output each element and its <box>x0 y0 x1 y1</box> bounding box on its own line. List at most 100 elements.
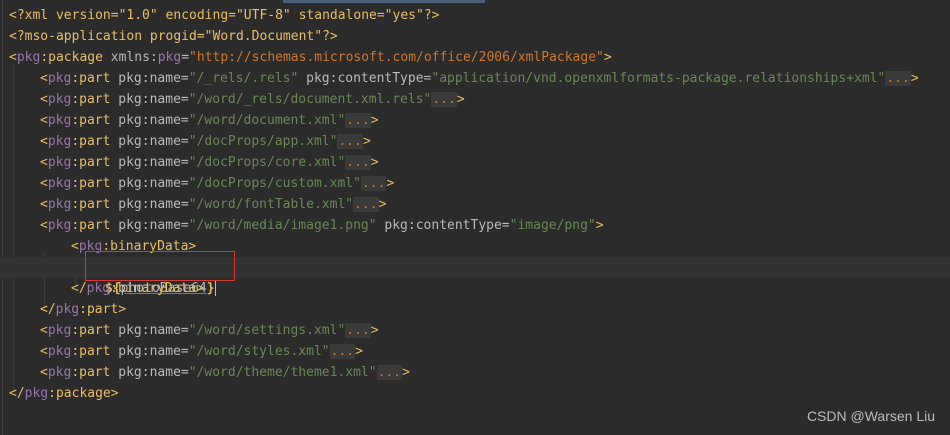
namespace-prefix: pkg <box>47 92 72 107</box>
folded-region[interactable]: ... <box>431 92 457 107</box>
attribute-value: "/word/media/image1.png" <box>188 218 377 233</box>
attribute-value-url: "http://schemas.microsoft.com/office/200… <box>189 50 604 65</box>
tag-name: :part <box>71 323 111 338</box>
tag-bracket: < <box>40 323 48 338</box>
code-line-part-close[interactable]: </pkg:part> <box>40 299 126 320</box>
attribute-value: "/word/theme/theme1.xml" <box>188 365 377 380</box>
attribute-name: pkg:name= <box>110 176 189 191</box>
code-line-part-core[interactable]: <pkg:part pkg:name="/docProps/core.xml".… <box>40 152 379 173</box>
attribute-value: "image/png" <box>509 218 596 233</box>
tag-name: :part <box>79 302 119 317</box>
code-line-part-settings[interactable]: <pkg:part pkg:name="/word/settings.xml".… <box>40 320 379 341</box>
code-line-part-theme[interactable]: <pkg:part pkg:name="/word/theme/theme1.x… <box>40 362 410 383</box>
tag-bracket: </ <box>40 302 56 317</box>
gutter-divider <box>2 0 3 435</box>
tag-bracket: > <box>355 344 363 359</box>
namespace-prefix: pkg <box>55 302 80 317</box>
attribute-name: pkg:name= <box>110 218 189 233</box>
text-caret <box>214 281 216 296</box>
attribute-value: "/docProps/core.xml" <box>188 155 346 170</box>
xml-declaration: <?xml version="1.0" encoding="UTF-8" sta… <box>9 8 440 23</box>
folded-region[interactable]: ... <box>345 155 371 170</box>
code-line-part-document[interactable]: <pkg:part pkg:name="/word/document.xml".… <box>40 110 379 131</box>
namespace-prefix: pkg <box>47 134 72 149</box>
attribute-name: pkg:name= <box>110 344 189 359</box>
namespace-prefix: pkg <box>47 218 72 233</box>
folded-region[interactable]: ... <box>885 71 911 86</box>
tag-bracket: > <box>378 197 387 212</box>
code-line-part-app[interactable]: <pkg:part pkg:name="/docProps/app.xml"..… <box>40 131 371 152</box>
folded-region[interactable]: ... <box>353 197 379 212</box>
tag-bracket: < <box>40 344 48 359</box>
code-editor[interactable]: <?xml version="1.0" encoding="UTF-8" sta… <box>0 0 950 435</box>
tag-bracket: > <box>910 71 919 86</box>
namespace-prefix: pkg <box>16 50 41 65</box>
tag-name: :part <box>71 113 111 128</box>
tag-bracket: > <box>595 218 604 233</box>
processing-instruction: <?mso-application progid="Word.Document"… <box>9 29 338 44</box>
tag-bracket: > <box>386 176 395 191</box>
tag-bracket: > <box>118 302 127 317</box>
attribute-value: "/_rels/.rels" <box>188 71 299 86</box>
attribute-value: "/word/fontTable.xml" <box>188 197 354 212</box>
tag-name: :part <box>71 155 111 170</box>
code-line-binarydata-close[interactable]: </pkg:binaryData> <box>71 278 204 299</box>
tag-bracket: < <box>9 50 17 65</box>
code-line-part-styles[interactable]: <pkg:part pkg:name="/word/styles.xml"...… <box>40 341 363 362</box>
code-line-package-open[interactable]: <pkg:package xmlns:pkg="http://schemas.m… <box>9 47 612 68</box>
namespace-prefix: pkg <box>47 113 72 128</box>
attribute-value: "/word/_rels/document.xml.rels" <box>188 92 432 107</box>
tag-name: :binaryData <box>110 281 197 296</box>
tag-bracket: < <box>40 218 48 233</box>
code-line-package-close[interactable]: </pkg:package> <box>9 383 119 404</box>
attribute-name: pkg:name= <box>110 92 189 107</box>
tag-name: package <box>48 50 103 65</box>
namespace-prefix: pkg <box>47 71 72 86</box>
folded-region[interactable]: ... <box>376 365 403 380</box>
attribute-value: "/docProps/app.xml" <box>188 134 338 149</box>
tag-bracket: < <box>40 365 48 380</box>
attribute-name: pkg:name= <box>110 323 189 338</box>
code-line-part-fonttable[interactable]: <pkg:part pkg:name="/word/fontTable.xml"… <box>40 194 386 215</box>
tag-bracket: > <box>362 134 371 149</box>
tag-separator: : <box>40 50 49 65</box>
folded-region[interactable]: ... <box>329 344 356 359</box>
tag-name: :part <box>71 218 111 233</box>
attribute-equals: = <box>181 50 190 65</box>
template-close: } <box>206 281 215 296</box>
scrollbar-thumb[interactable] <box>283 0 485 3</box>
code-line-mso-application[interactable]: <?mso-application progid="Word.Document"… <box>9 26 338 47</box>
attribute-name: pkg:name= <box>110 113 189 128</box>
code-line-part-rels[interactable]: <pkg:part pkg:name="/_rels/.rels" pkg:co… <box>40 68 919 89</box>
attribute-name: pkg:name= <box>110 365 189 380</box>
attribute-value: "/word/document.xml" <box>188 113 346 128</box>
code-line-part-image1[interactable]: <pkg:part pkg:name="/word/media/image1.p… <box>40 215 604 236</box>
code-line-part-custom[interactable]: <pkg:part pkg:name="/docProps/custom.xml… <box>40 173 394 194</box>
namespace-prefix: pkg <box>47 197 72 212</box>
code-line-part-document-rels[interactable]: <pkg:part pkg:name="/word/_rels/document… <box>40 89 465 110</box>
namespace-prefix: pkg <box>47 323 72 338</box>
code-line-xml-declaration[interactable]: <?xml version="1.0" encoding="UTF-8" sta… <box>9 5 439 26</box>
folded-region[interactable]: ... <box>345 113 371 128</box>
highlight-box <box>85 251 235 281</box>
tag-bracket: < <box>40 71 48 86</box>
tag-bracket: > <box>370 113 379 128</box>
attribute-name: pkg:name= <box>110 71 189 86</box>
tag-name: :part <box>71 344 111 359</box>
attribute-value: "/docProps/custom.xml" <box>188 176 361 191</box>
tag-bracket: > <box>370 155 379 170</box>
tag-bracket: < <box>71 239 79 254</box>
tag-name: :part <box>71 197 111 212</box>
attribute-name: xmlns: <box>102 50 158 65</box>
tag-bracket: > <box>110 386 119 401</box>
tag-bracket: > <box>456 92 465 107</box>
tag-bracket: > <box>196 281 205 296</box>
tag-bracket: < <box>40 197 48 212</box>
tag-bracket: > <box>370 323 379 338</box>
tag-bracket: </ <box>9 386 25 401</box>
folded-region[interactable]: ... <box>360 176 387 191</box>
folded-region[interactable]: ... <box>337 134 363 149</box>
attribute-value: "/word/styles.xml" <box>188 344 330 359</box>
folded-region[interactable]: ... <box>345 323 371 338</box>
attribute-value: "/word/settings.xml" <box>188 323 346 338</box>
